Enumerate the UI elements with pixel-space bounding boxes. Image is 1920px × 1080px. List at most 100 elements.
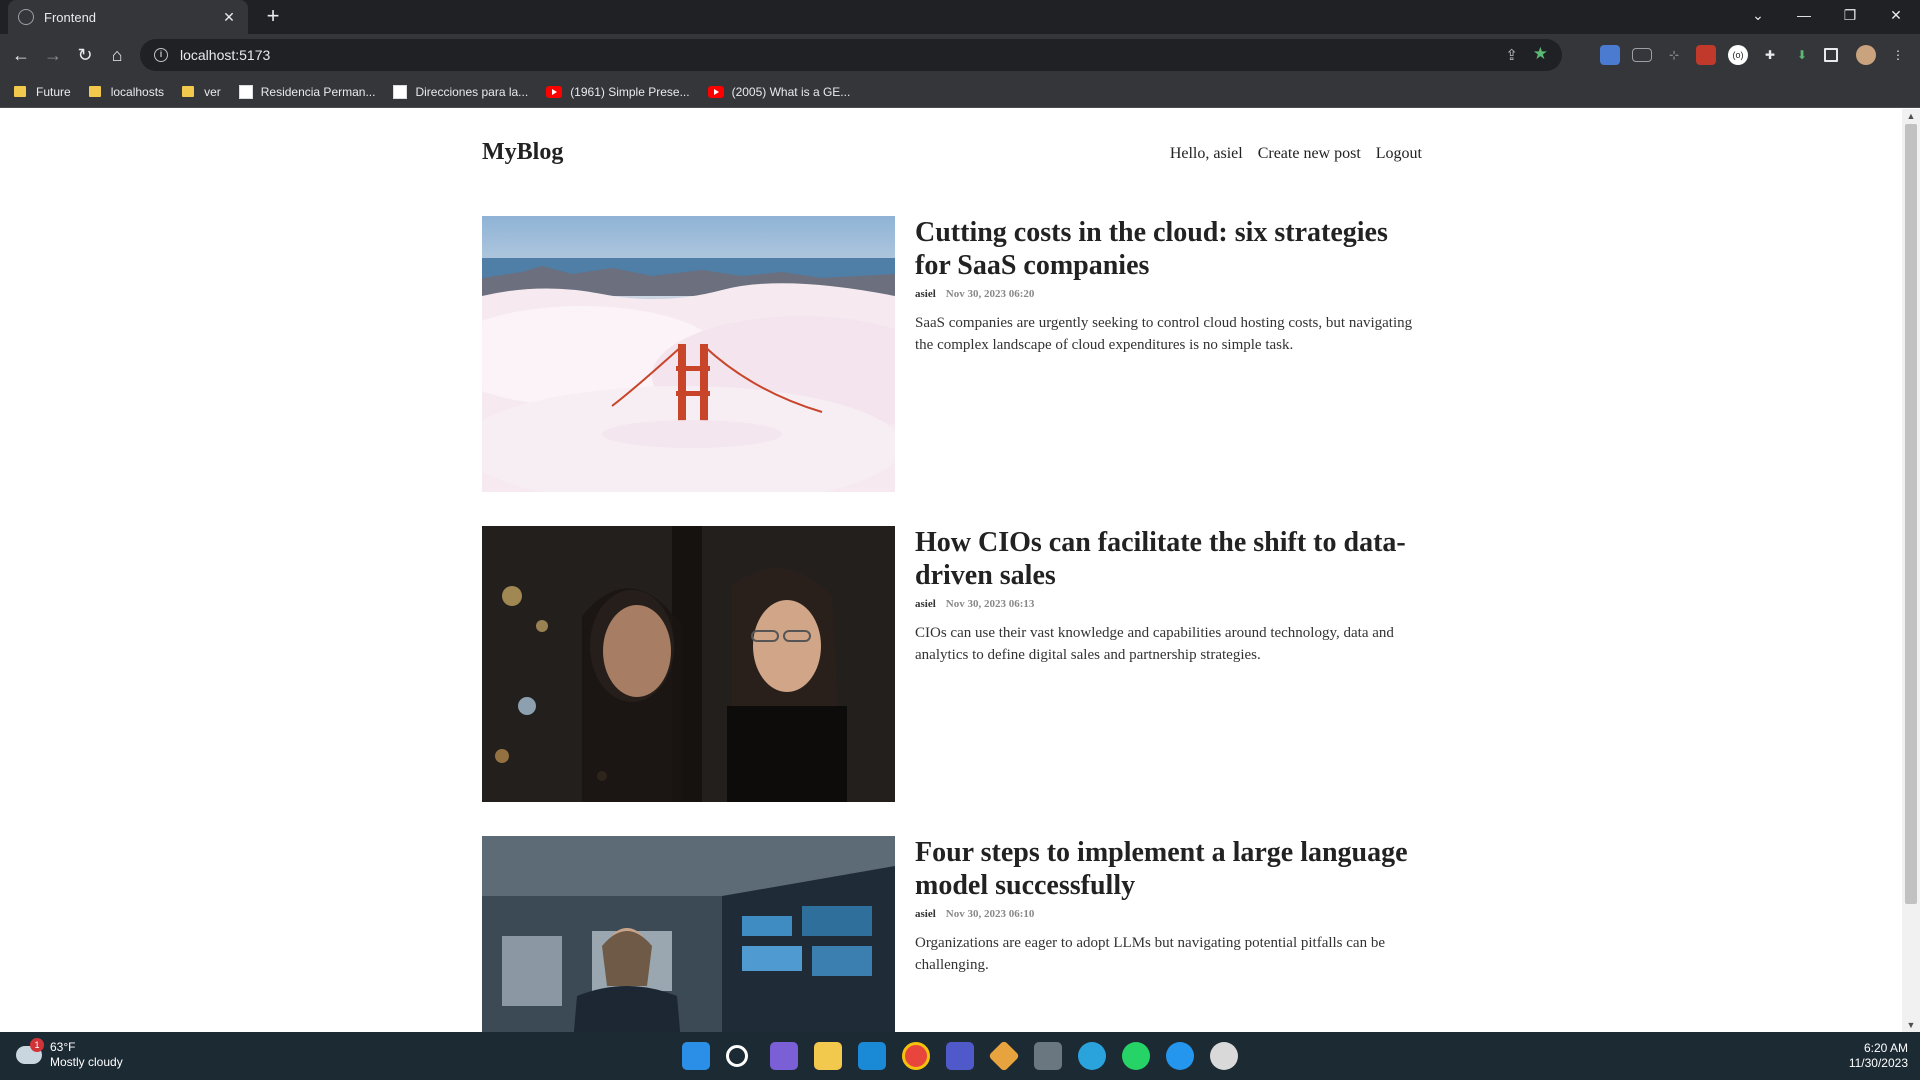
close-tab-icon[interactable]: ✕ <box>220 9 238 26</box>
site-header: MyBlog Hello, asiel Create new post Logo… <box>482 139 1422 169</box>
post-author: asiel <box>915 288 936 300</box>
bookmark-label: localhosts <box>110 84 165 99</box>
profile-avatar[interactable] <box>1856 45 1876 65</box>
post-summary: Organizations are eager to adopt LLMs bu… <box>915 935 1385 973</box>
start-icon[interactable] <box>682 1042 710 1070</box>
clock-time: 6:20 AM <box>1863 1041 1908 1055</box>
post-title[interactable]: How CIOs can facilitate the shift to dat… <box>915 526 1422 592</box>
scroll-up-icon[interactable]: ▲ <box>1902 109 1920 123</box>
translate-extension-icon[interactable] <box>1600 45 1620 65</box>
post-summary: CIOs can use their vast knowledge and ca… <box>915 625 1394 663</box>
extension-icon[interactable] <box>1696 45 1716 65</box>
weather-temp: 63°F <box>50 1040 76 1054</box>
bookmark-item[interactable]: ver <box>182 85 221 99</box>
post-card[interactable]: Four steps to implement a large language… <box>482 836 1422 1032</box>
calculator-icon[interactable] <box>1034 1042 1062 1070</box>
post-content: Four steps to implement a large language… <box>915 836 1422 976</box>
restore-button[interactable]: ❐ <box>1830 0 1870 30</box>
extension-icon[interactable]: (o) <box>1728 45 1748 65</box>
bookmark-item[interactable]: Future <box>14 85 71 99</box>
notification-badge: 1 <box>30 1038 44 1052</box>
bookmark-item[interactable]: (2005) What is a GE... <box>707 84 851 99</box>
bookmark-label: ver <box>204 84 221 99</box>
file-explorer-icon[interactable] <box>814 1042 842 1070</box>
youtube-icon <box>546 85 563 98</box>
docker-icon[interactable] <box>1166 1042 1194 1070</box>
whatsapp-icon[interactable] <box>1122 1042 1150 1070</box>
extension-icon[interactable] <box>1632 48 1652 62</box>
vertical-scrollbar[interactable]: ▲ ▼ <box>1902 109 1920 1032</box>
download-icon[interactable]: ⬇ <box>1792 45 1812 65</box>
page-viewport: MyBlog Hello, asiel Create new post Logo… <box>0 109 1902 1032</box>
site-info-icon[interactable]: i <box>154 48 168 62</box>
search-icon[interactable] <box>726 1045 748 1067</box>
post-meta: asiel Nov 30, 2023 06:13 <box>915 598 1422 610</box>
bookmark-item[interactable]: localhosts <box>88 84 165 99</box>
bookmark-item[interactable]: Residencia Perman... <box>238 84 376 99</box>
site-logo[interactable]: MyBlog <box>482 139 563 166</box>
bookmark-label: Residencia Perman... <box>260 84 376 99</box>
close-window-button[interactable]: ✕ <box>1876 0 1916 30</box>
globe-icon <box>18 9 34 25</box>
post-meta: asiel Nov 30, 2023 06:20 <box>915 288 1422 300</box>
chrome-icon[interactable] <box>902 1042 930 1070</box>
post-card[interactable]: How CIOs can facilitate the shift to dat… <box>482 526 1422 802</box>
bookmark-star-icon[interactable]: ★ <box>1533 44 1548 64</box>
post-title[interactable]: Four steps to implement a large language… <box>915 836 1422 902</box>
address-bar[interactable]: i localhost:5173 ⇪ ★ <box>140 39 1562 71</box>
forward-button[interactable]: → <box>40 42 66 68</box>
post-meta: asiel Nov 30, 2023 06:10 <box>915 908 1422 920</box>
tab-title: Frontend <box>44 9 97 25</box>
folder-icon <box>88 86 101 97</box>
system-clock[interactable]: 6:20 AM 11/30/2023 <box>1849 1041 1908 1071</box>
create-post-link[interactable]: Create new post <box>1258 145 1361 163</box>
bookmark-item[interactable]: Direcciones para la... <box>393 84 529 99</box>
post-image-golden-gate[interactable] <box>482 216 895 492</box>
logout-link[interactable]: Logout <box>1376 145 1422 163</box>
weather-widget[interactable]: 1 63°F Mostly cloudy <box>16 1038 123 1070</box>
url-text: localhost:5173 <box>180 47 271 63</box>
user-greeting: Hello, asiel <box>1169 145 1243 162</box>
bookmarks-bar: Future localhosts ver Residencia Perman... D… <box>0 76 1920 108</box>
minimize-button[interactable]: — <box>1784 0 1824 30</box>
scrollbar-thumb[interactable] <box>1905 124 1917 904</box>
home-button[interactable]: ⌂ <box>104 42 130 68</box>
bookmark-label: (2005) What is a GE... <box>731 84 851 99</box>
youtube-icon <box>707 85 724 98</box>
new-tab-button[interactable]: + <box>260 4 286 30</box>
tab-search-icon[interactable]: ⌄ <box>1738 0 1778 30</box>
git-app-icon[interactable] <box>988 1040 1020 1072</box>
back-button[interactable]: ← <box>8 42 34 68</box>
post-content: How CIOs can facilitate the shift to dat… <box>915 526 1422 666</box>
post-card[interactable]: Cutting costs in the cloud: six strategi… <box>482 216 1422 492</box>
post-summary: SaaS companies are urgently seeking to c… <box>915 315 1413 353</box>
bookmark-label: (1961) Simple Prese... <box>570 84 690 99</box>
reload-button[interactable]: ↻ <box>72 42 98 68</box>
post-time: Nov 30, 2023 06:20 <box>945 288 1035 300</box>
photos-app-icon[interactable] <box>770 1042 798 1070</box>
doc-icon <box>238 84 253 99</box>
cloud-icon: 1 <box>16 1038 44 1064</box>
post-time: Nov 30, 2023 06:13 <box>945 598 1035 610</box>
bookmark-label: Direcciones para la... <box>415 84 529 99</box>
bookmark-item[interactable]: (1961) Simple Prese... <box>546 84 690 99</box>
post-title[interactable]: Cutting costs in the cloud: six strategi… <box>915 216 1422 282</box>
scroll-down-icon[interactable]: ▼ <box>1902 1018 1920 1032</box>
windows-taskbar: 1 63°F Mostly cloudy 6:20 AM 11/30/2023 <box>0 1032 1920 1080</box>
browser-tab[interactable]: Frontend ✕ <box>8 0 248 34</box>
post-image-woman-reflection[interactable] <box>482 526 895 802</box>
teams-icon[interactable] <box>946 1042 974 1070</box>
browser-tab-strip: Frontend ✕ + ⌄ — ❐ ✕ <box>0 0 1920 34</box>
puzzle-extensions-icon[interactable]: ✚ <box>1760 45 1780 65</box>
bookmark-label: Future <box>36 84 71 99</box>
menu-kebab-icon[interactable]: ⋮ <box>1888 45 1908 65</box>
side-panel-icon[interactable] <box>1824 48 1838 62</box>
telegram-icon[interactable] <box>1078 1042 1106 1070</box>
post-author: asiel <box>915 908 936 920</box>
share-icon[interactable]: ⇪ <box>1505 46 1518 64</box>
post-image-woman-computer[interactable] <box>482 836 895 1032</box>
extension-icon[interactable]: ⊹ <box>1664 45 1684 65</box>
post-author: asiel <box>915 598 936 610</box>
vscode-icon[interactable] <box>858 1042 886 1070</box>
clock-app-icon[interactable] <box>1210 1042 1238 1070</box>
